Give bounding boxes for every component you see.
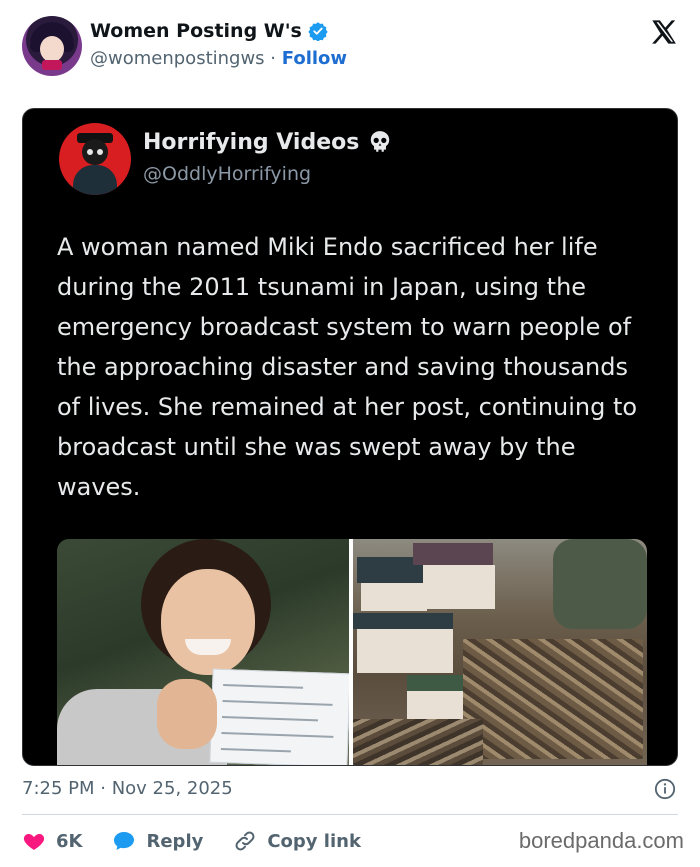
photo-face: [161, 569, 255, 675]
copy-link-label: Copy link: [267, 830, 361, 852]
link-icon: [235, 831, 255, 851]
x-logo-icon[interactable]: [650, 18, 678, 46]
paper-line: [221, 731, 334, 738]
tsunami-damage-photo: [353, 539, 647, 765]
follow-button[interactable]: Follow: [282, 48, 347, 69]
tweet-actions: 6K Reply Copy link: [22, 826, 391, 856]
trees: [553, 539, 647, 629]
house-roof: [353, 613, 453, 629]
embedded-photos: [57, 539, 647, 765]
embedded-avatar: [59, 123, 131, 195]
house: [423, 565, 495, 609]
tweet-timestamp[interactable]: 7:25 PM · Nov 25, 2025: [22, 778, 233, 799]
like-button[interactable]: 6K: [22, 829, 82, 853]
author-handle-row: @womenpostingws · Follow: [90, 48, 347, 69]
house-roof: [413, 543, 493, 565]
author-name-row: Women Posting W's: [90, 20, 328, 42]
tweet-header: Women Posting W's @womenpostingws · Foll…: [0, 0, 700, 100]
like-count: 6K: [56, 830, 83, 852]
reply-label: Reply: [146, 830, 204, 852]
avatar-eye: [87, 149, 93, 155]
avatar-bow: [42, 60, 62, 70]
photo-hand: [157, 679, 217, 749]
house: [361, 583, 427, 611]
skull-icon: [371, 131, 390, 152]
debris-field: [353, 719, 483, 765]
author-avatar[interactable]: [22, 16, 82, 76]
paper-line: [221, 715, 318, 722]
avatar-eye: [97, 149, 103, 155]
embedded-tweet-text: A woman named Miki Endo sacrificed her l…: [57, 233, 638, 501]
house: [357, 629, 453, 673]
copy-link-button[interactable]: Copy link: [233, 829, 361, 853]
debris-field: [463, 639, 643, 759]
photo-certificate: [209, 668, 351, 765]
avatar-head: [82, 139, 108, 165]
woman-photo: [57, 539, 351, 765]
embedded-name-row: Horrifying Videos: [143, 129, 393, 155]
avatar-body: [73, 165, 117, 195]
speech-bubble-icon: [114, 832, 135, 850]
info-icon[interactable]: [654, 778, 676, 800]
house: [407, 691, 467, 721]
paper-line: [220, 747, 291, 753]
author-display-name[interactable]: Women Posting W's: [90, 20, 302, 42]
verified-badge-icon: [308, 22, 328, 41]
divider: [22, 814, 678, 815]
reply-button[interactable]: Reply: [112, 829, 203, 853]
embedded-display-name: Horrifying Videos: [143, 129, 360, 155]
handle-separator: ·: [270, 48, 277, 69]
embedded-tweet-image[interactable]: Horrifying Videos @OddlyHorrifying A wom…: [22, 108, 678, 766]
watermark: boredpanda.com: [518, 828, 684, 853]
author-handle[interactable]: @womenpostingws: [90, 48, 265, 69]
paper-line: [223, 683, 304, 689]
paper-line: [222, 699, 333, 706]
heart-icon: [23, 834, 45, 850]
embedded-handle: @OddlyHorrifying: [143, 163, 312, 185]
avatar-face: [40, 36, 64, 62]
